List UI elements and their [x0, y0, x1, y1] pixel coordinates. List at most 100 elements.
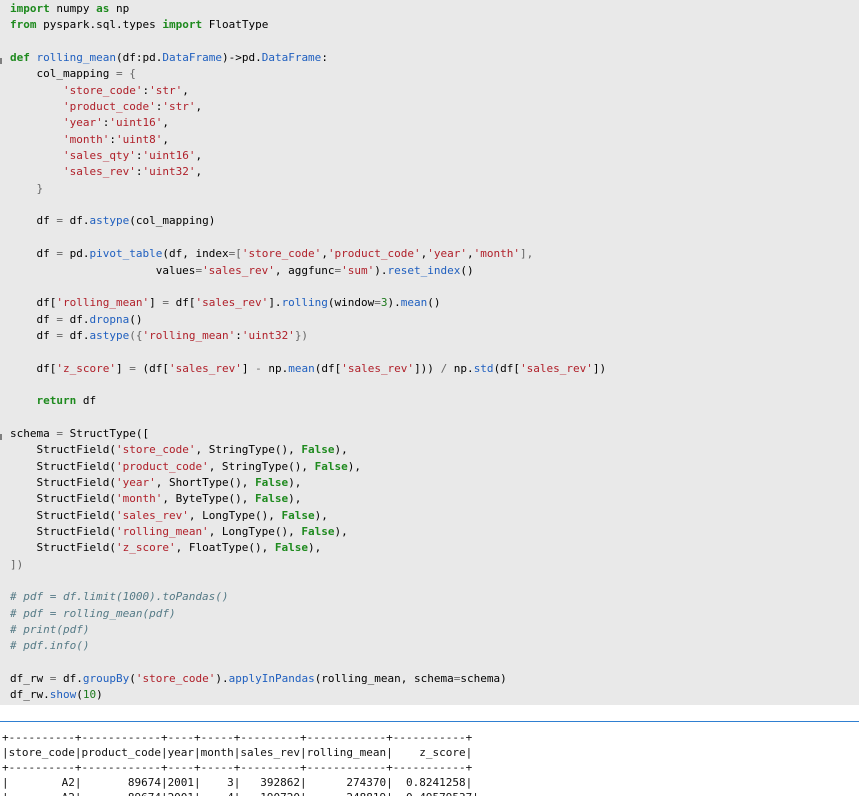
code-token: ,: [195, 100, 203, 114]
code-token: return: [36, 394, 77, 408]
code-token: df[: [10, 361, 57, 375]
code-token: =: [56, 214, 63, 228]
output-table-line: |store_code|product_code|year|month|sale…: [2, 746, 473, 759]
code-token: ),: [288, 475, 302, 489]
code-token: 'store_code': [62, 83, 143, 97]
code-token: =: [56, 328, 63, 342]
code-token: )->pd.: [221, 51, 262, 65]
code-token: 'product_code': [327, 247, 421, 261]
code-token: 'sales_rev': [520, 361, 593, 375]
code-line: StructField('z_score', FloatType(), Fals…: [10, 540, 606, 556]
code-token: =: [374, 296, 381, 310]
code-token: ),: [308, 541, 322, 555]
code-token: , LongType(),: [208, 525, 302, 538]
code-token: 'z_score': [56, 361, 116, 375]
code-token: df_rw.: [10, 688, 50, 702]
code-token: ,: [182, 83, 189, 97]
code-token: 'product_code': [62, 100, 156, 114]
output-table-line: +----------+------------+----+-----+----…: [2, 761, 473, 774]
code-token: 'year': [62, 116, 103, 130]
code-token: =: [129, 361, 136, 375]
code-token: df.: [56, 672, 83, 686]
code-token: ): [96, 688, 103, 702]
code-token: df.: [62, 328, 90, 342]
code-token: (rolling_mean, schema: [314, 672, 454, 686]
code-token: (): [460, 263, 474, 277]
code-token: ,: [162, 132, 169, 146]
cell-output: +----------+------------+----+-----+----…: [2, 730, 857, 796]
code-line: df = df.astype({'rolling_mean':'uint32'}…: [10, 328, 606, 344]
code-token: df: [10, 247, 57, 261]
code-token: 'sales_rev': [115, 508, 189, 522]
code-line: col_mapping = {: [10, 66, 606, 82]
code-line: df['rolling_mean'] = df['sales_rev'].rol…: [10, 295, 606, 311]
code-token: , ByteType(),: [162, 492, 256, 506]
code-token: False: [255, 475, 289, 489]
code-token: DataFrame: [261, 51, 322, 65]
code-token: 'sales_rev': [341, 361, 415, 375]
code-line: df = pd.pivot_table(df, index=['store_co…: [10, 246, 606, 262]
code-token: , FloatType(),: [175, 541, 275, 555]
code-token: pivot_table: [89, 247, 163, 261]
gutter-marker: [0, 58, 2, 64]
code-token: (df[: [314, 361, 342, 375]
code-token: , aggfunc: [274, 263, 335, 277]
code-token: 'store_code': [115, 443, 196, 457]
code-cell[interactable]: import numpy as np from pyspark.sql.types…: [0, 0, 859, 705]
code-line: values='sales_rev', aggfunc='sum').reset…: [10, 263, 606, 279]
code-token: (: [76, 688, 83, 702]
code-token: , StringType(),: [208, 459, 315, 473]
code-line: StructField('sales_rev', LongType(), Fal…: [10, 508, 606, 524]
output-table-line: | A2| 89674|2001| 3| 392862| 274370| 0.8…: [2, 776, 473, 789]
code-line: schema = StructType([: [10, 426, 606, 442]
code-token: :: [109, 132, 116, 146]
code-line: df = df.astype(col_mapping): [10, 213, 606, 229]
code-token: StructField(: [10, 541, 116, 555]
code-token: as: [96, 2, 110, 15]
code-token: =: [115, 67, 123, 81]
code-token: np.: [447, 361, 474, 375]
code-line: from pyspark.sql.types import FloatType: [10, 17, 606, 33]
code-token: ]: [149, 296, 163, 310]
code-token: =: [56, 312, 63, 326]
code-token: 'uint8': [115, 132, 163, 146]
code-line: # print(pdf): [10, 622, 606, 638]
code-token: (df[: [135, 361, 169, 375]
code-token: (df[: [493, 361, 521, 375]
code-token: ]): [592, 361, 607, 375]
code-token: :: [321, 51, 328, 65]
code-token: 'uint32': [241, 328, 295, 342]
code-token: , ShortType(),: [155, 475, 256, 489]
code-token: 'z_score': [115, 541, 176, 555]
output-separator: [0, 721, 859, 722]
code-token: 'uint32': [142, 165, 196, 179]
code-token: 'year': [427, 247, 468, 261]
code-token: col_mapping: [10, 67, 116, 81]
code-token: =: [162, 296, 169, 310]
code-editor[interactable]: import numpy as np from pyspark.sql.types…: [10, 1, 606, 704]
code-token: ]: [115, 361, 130, 375]
code-token: values: [10, 263, 196, 277]
code-token: schema: [10, 426, 57, 440]
code-token: schema): [460, 672, 507, 686]
code-token: 'str': [162, 100, 196, 114]
code-token: DataFrame: [162, 51, 222, 65]
code-token: ),: [334, 443, 348, 457]
code-token: , LongType(),: [188, 508, 282, 522]
code-token: ]): [10, 557, 24, 571]
code-line: df['z_score'] = (df['sales_rev'] - np.me…: [10, 361, 606, 377]
code-line: 'year':'uint16',: [10, 115, 606, 131]
code-token: ),: [334, 525, 348, 538]
code-token: }: [10, 181, 44, 195]
code-line: StructField('rolling_mean', LongType(), …: [10, 524, 606, 540]
gutter-marker: [0, 434, 2, 440]
code-token: df_rw: [10, 672, 50, 686]
